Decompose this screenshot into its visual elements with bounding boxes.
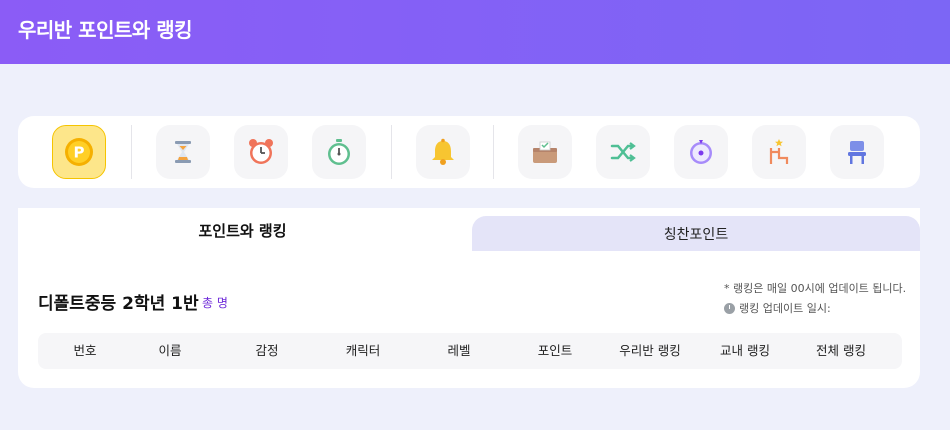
column-header[interactable]: 이름 [125, 333, 215, 369]
column-header[interactable]: 우리반 랭킹 [605, 333, 695, 369]
ballot-box-icon [533, 141, 557, 163]
column-header[interactable]: 번호 [40, 333, 130, 369]
ranking-table-header: 번호 이름 감정 캐릭터 레벨 포인트 우리반 랭킹 교내 랭킹 전체 랭킹 [38, 333, 902, 369]
column-header[interactable]: 캐릭터 [318, 333, 408, 369]
hourglass-icon [175, 141, 191, 163]
total-count: 총 명 [202, 296, 228, 310]
update-time: 랭킹 업데이트 일시: [724, 300, 831, 316]
column-header[interactable]: 전체 랭킹 [796, 333, 886, 369]
point-tool-button[interactable]: P [52, 125, 106, 179]
update-time-label: 랭킹 업데이트 일시: [739, 302, 831, 315]
tab-praise-points[interactable]: 칭찬포인트 [472, 216, 920, 251]
seat-tool-button[interactable] [830, 125, 884, 179]
tool-bar: P [18, 116, 920, 188]
update-notice: * 랭킹은 매일 00시에 업데이트 됩니다. [724, 282, 907, 295]
svg-text:P: P [74, 144, 85, 162]
roulette-tool-button[interactable] [674, 125, 728, 179]
vote-tool-button[interactable] [518, 125, 572, 179]
class-title: 디폴트중등 2학년 1반 [38, 294, 199, 314]
ladder-icon [769, 139, 789, 164]
shuffle-icon [610, 142, 636, 162]
alarm-clock-icon [249, 139, 273, 164]
toolbar-divider [131, 125, 132, 179]
alarm-tool-button[interactable] [234, 125, 288, 179]
toolbar-divider [391, 125, 392, 179]
page-title: 우리반 포인트와 랭킹 [18, 18, 193, 42]
clock-icon [724, 302, 735, 314]
column-header[interactable]: 교내 랭킹 [700, 333, 790, 369]
ladder-tool-button[interactable] [752, 125, 806, 179]
random-tool-button[interactable] [596, 125, 650, 179]
stopwatch-icon [328, 139, 350, 165]
timer-tool-button[interactable] [156, 125, 210, 179]
toolbar-divider [493, 125, 494, 179]
column-header[interactable]: 포인트 [510, 333, 600, 369]
roulette-icon [690, 140, 712, 164]
bell-tool-button[interactable] [416, 125, 470, 179]
tab-points-ranking[interactable]: 포인트와 랭킹 [18, 208, 467, 252]
app-header: 우리반 포인트와 랭킹 [0, 0, 950, 64]
chair-icon [848, 141, 866, 164]
point-coin-icon: P [65, 138, 93, 166]
bell-icon [432, 138, 454, 165]
column-header[interactable]: 레벨 [414, 333, 504, 369]
column-header[interactable]: 감정 [222, 333, 312, 369]
stopwatch-tool-button[interactable] [312, 125, 366, 179]
